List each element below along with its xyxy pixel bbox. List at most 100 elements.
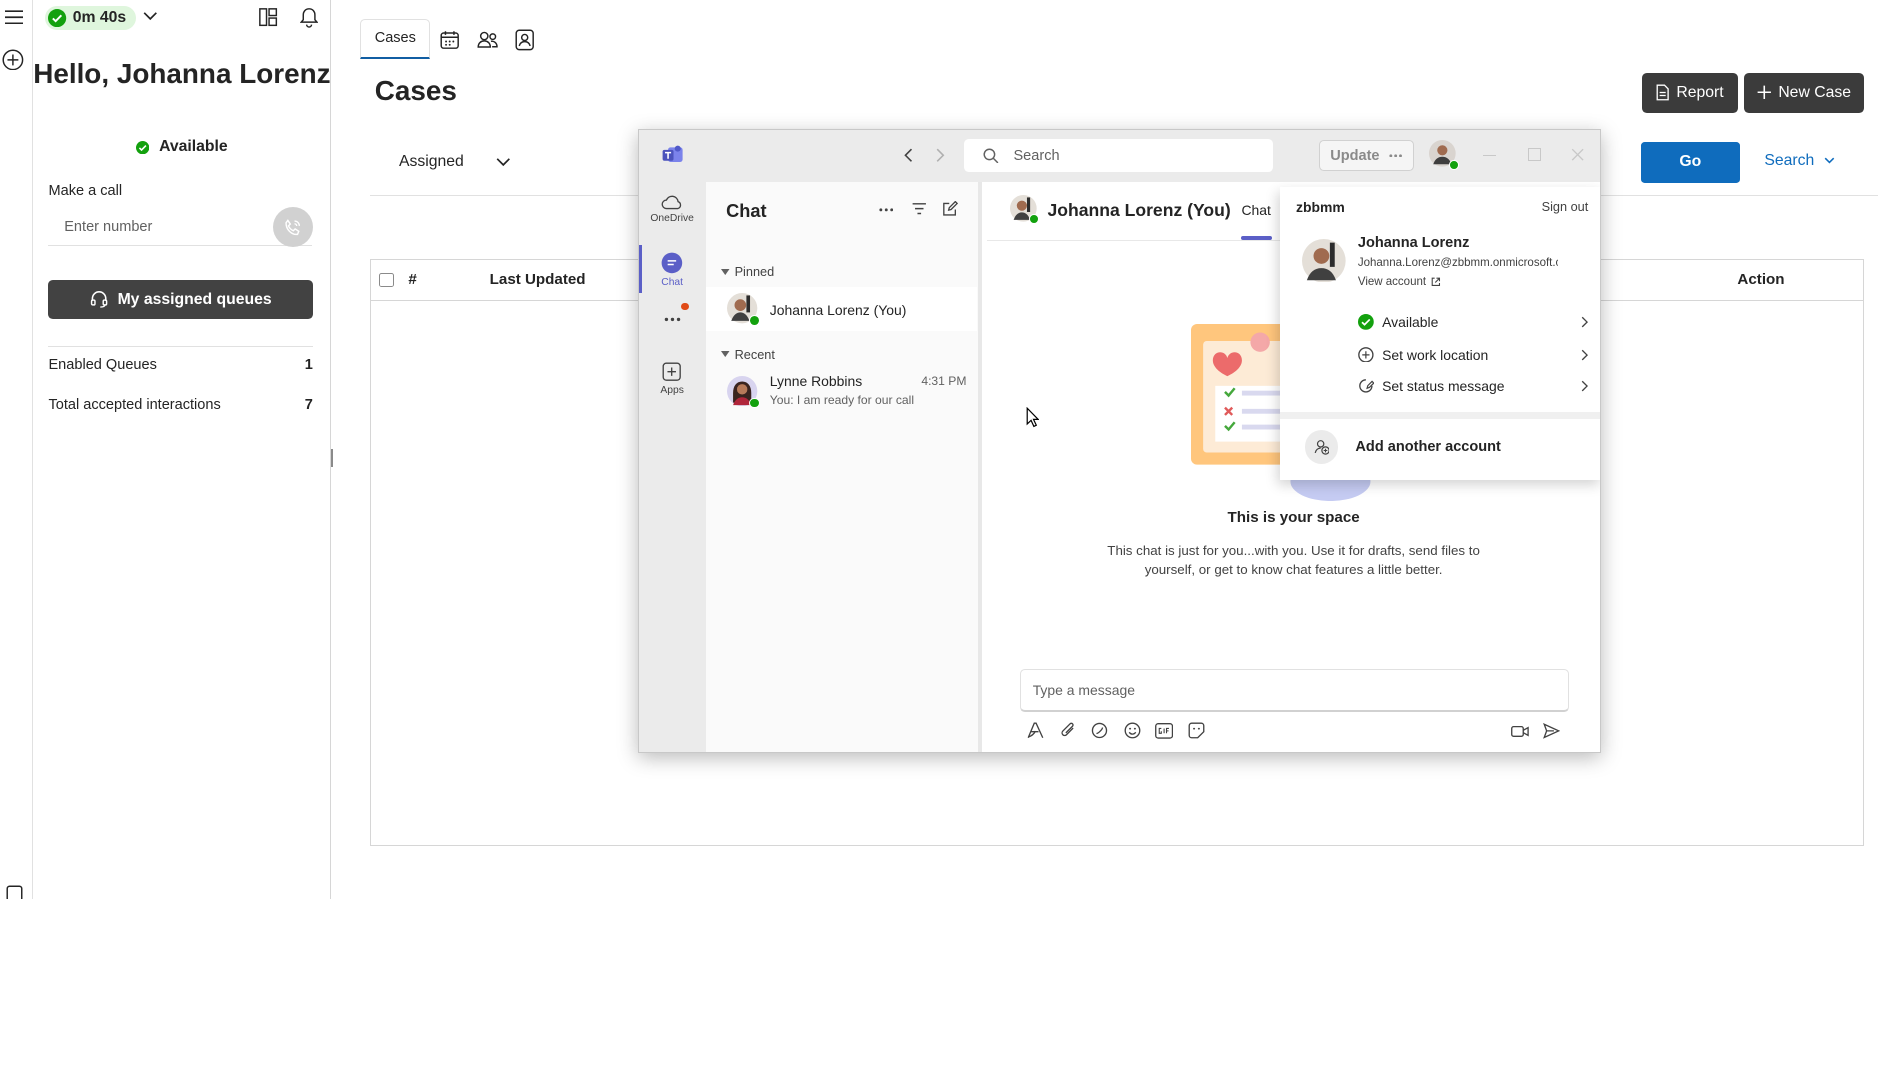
- forward-arrow-icon[interactable]: [936, 148, 946, 163]
- recent-label: Recent: [734, 346, 775, 362]
- more-icon: [1389, 154, 1403, 158]
- apps-icon: [639, 362, 706, 382]
- message-input[interactable]: Type a message: [1019, 669, 1569, 712]
- conversation-title: Johanna Lorenz (You): [1047, 199, 1231, 220]
- rail-item-onedrive[interactable]: OneDrive: [639, 194, 706, 224]
- search-link-label: Search: [1764, 151, 1815, 169]
- add-another-account-button[interactable]: Add another account: [1304, 430, 1501, 465]
- emoji-icon[interactable]: [1121, 720, 1143, 742]
- view-account-link[interactable]: View account: [1358, 276, 1441, 288]
- new-case-button[interactable]: New Case: [1743, 72, 1864, 113]
- assignment-filter-dropdown[interactable]: Assigned: [399, 153, 511, 171]
- chevron-right-icon: [1581, 349, 1588, 361]
- add-person-icon: [1304, 430, 1339, 465]
- my-assigned-queues-button[interactable]: My assigned queues: [48, 280, 313, 319]
- presence-dot: [749, 315, 761, 326]
- popup-divider: [1280, 412, 1600, 420]
- column-number[interactable]: #: [408, 271, 416, 288]
- cloud-icon: [639, 194, 706, 210]
- gif-icon[interactable]: [1153, 720, 1175, 742]
- presence-dot: [1448, 159, 1459, 170]
- available-status-icon: [1357, 313, 1374, 330]
- send-icon[interactable]: [1541, 720, 1563, 742]
- select-all-checkbox[interactable]: [379, 272, 394, 288]
- status-text: Available: [159, 138, 228, 156]
- update-label: Update: [1330, 147, 1380, 164]
- set-work-location-item[interactable]: Set work location: [1358, 347, 1588, 363]
- list-item[interactable]: Johanna Lorenz (You): [705, 287, 978, 331]
- rail-label: OneDrive: [650, 213, 694, 225]
- go-button[interactable]: Go: [1640, 141, 1741, 184]
- search-dropdown-link[interactable]: Search: [1764, 152, 1835, 170]
- avatar: [1009, 195, 1039, 225]
- status-available-item[interactable]: Available: [1357, 313, 1588, 330]
- avatar: [1429, 140, 1459, 170]
- minimize-icon[interactable]: [1482, 154, 1497, 157]
- accepted-interactions-row: Total accepted interactions 7: [48, 386, 312, 413]
- hamburger-menu-icon[interactable]: [4, 10, 24, 25]
- column-last-updated[interactable]: Last Updated: [490, 271, 586, 288]
- people-icon[interactable]: [474, 27, 501, 54]
- contact-card-icon[interactable]: [512, 27, 539, 54]
- rail-item-more[interactable]: [639, 317, 706, 325]
- make-call-label: Make a call: [48, 183, 123, 200]
- external-link-icon: [1431, 277, 1441, 287]
- bell-icon[interactable]: [299, 7, 318, 28]
- menu-item-label: Available: [1382, 313, 1439, 330]
- pinned-section-header[interactable]: Pinned: [721, 264, 774, 279]
- chat-preview: You: I am ready for our call: [769, 392, 915, 407]
- presence-timer[interactable]: 0m 40s: [44, 6, 136, 31]
- profile-avatar[interactable]: [1429, 140, 1459, 170]
- close-icon[interactable]: [1571, 148, 1584, 161]
- bottom-rail-icon[interactable]: [6, 885, 23, 899]
- rail-item-apps[interactable]: Apps: [639, 362, 706, 396]
- tab-cases[interactable]: Cases: [360, 19, 431, 60]
- presence-status[interactable]: Available: [33, 138, 331, 156]
- chat-list-title: Chat: [726, 201, 767, 222]
- chevron-down-icon: [1824, 157, 1835, 164]
- video-clip-icon[interactable]: [1509, 720, 1531, 742]
- dashboard-icon[interactable]: [259, 8, 278, 27]
- available-dot-icon: [136, 140, 150, 154]
- call-button[interactable]: [272, 207, 313, 248]
- phone-icon: [283, 218, 302, 237]
- rail-label: Chat: [661, 277, 684, 289]
- teams-logo-icon: [662, 145, 684, 164]
- sticker-icon[interactable]: [1186, 720, 1208, 742]
- space-description: This chat is just for you...with you. Us…: [1107, 542, 1480, 577]
- back-arrow-icon[interactable]: [903, 148, 913, 163]
- chevron-right-icon: [1581, 380, 1588, 392]
- set-status-message-item[interactable]: Set status message: [1358, 378, 1588, 394]
- account-popup: zbbmm Sign out Johanna Lorenz Johanna.Lo…: [1280, 186, 1600, 480]
- teams-search-input[interactable]: Search: [963, 139, 1273, 172]
- update-button[interactable]: Update: [1319, 140, 1414, 171]
- pinned-label: Pinned: [734, 264, 775, 280]
- filter-icon[interactable]: [912, 202, 927, 215]
- rail-item-chat[interactable]: Chat: [639, 252, 706, 288]
- report-button[interactable]: Report: [1641, 72, 1738, 113]
- more-options-icon[interactable]: [879, 208, 894, 212]
- add-circle-icon[interactable]: [2, 48, 24, 71]
- teams-title-bar: Search Update: [638, 129, 1600, 182]
- attach-icon[interactable]: [1057, 720, 1079, 742]
- recent-section-header[interactable]: Recent: [721, 347, 775, 362]
- format-icon[interactable]: [1024, 720, 1046, 742]
- calendar-icon[interactable]: [437, 27, 464, 54]
- list-item[interactable]: Lynne Robbins 4:31 PM You: I am ready fo…: [706, 368, 978, 414]
- stat-label: Enabled Queues: [48, 357, 157, 374]
- sign-out-link[interactable]: Sign out: [1542, 199, 1589, 214]
- tab-chat[interactable]: Chat: [1241, 202, 1270, 218]
- chevron-down-icon[interactable]: [143, 11, 158, 21]
- org-name: zbbmm: [1296, 198, 1345, 215]
- caret-down-icon: [721, 268, 730, 275]
- chat-icon: [639, 252, 706, 274]
- new-chat-icon[interactable]: [942, 201, 958, 217]
- available-status-icon: [48, 9, 67, 28]
- loop-icon[interactable]: [1089, 720, 1111, 742]
- new-case-label: New Case: [1778, 83, 1851, 101]
- chevron-down-icon: [496, 157, 511, 167]
- panel-resize-handle[interactable]: [331, 448, 334, 467]
- search-icon: [983, 148, 999, 164]
- stat-value: 7: [304, 396, 313, 413]
- maximize-icon[interactable]: [1527, 147, 1541, 162]
